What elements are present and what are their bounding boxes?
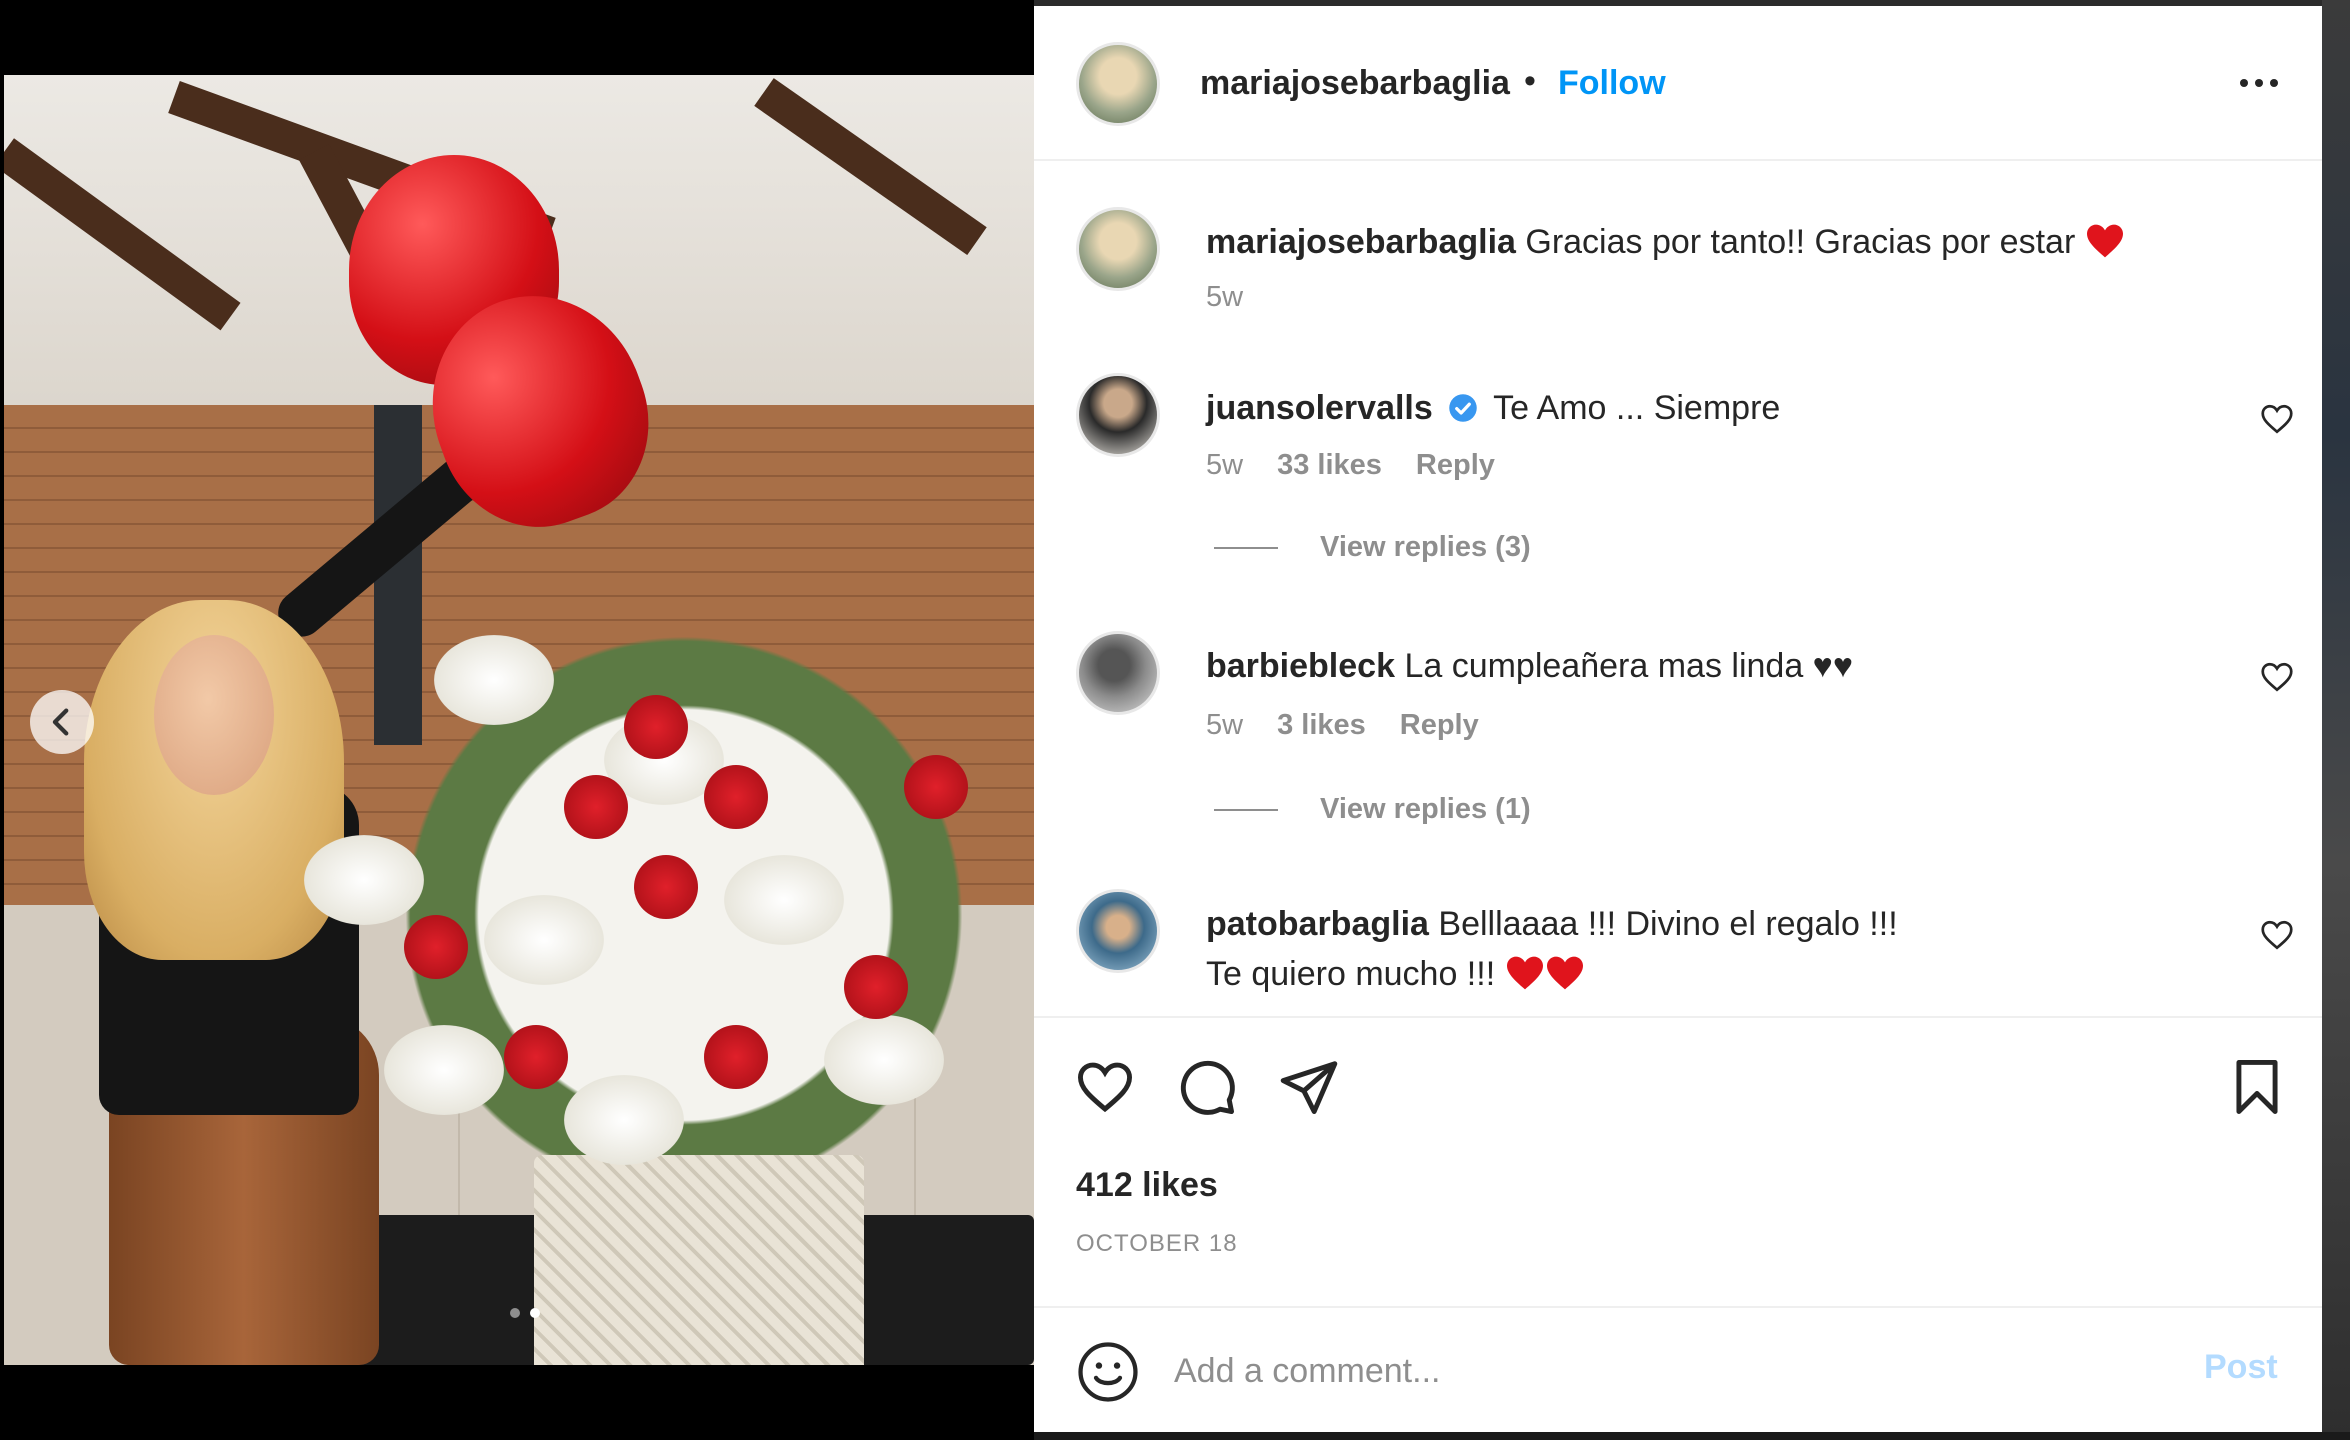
more-horizontal-icon bbox=[2240, 79, 2248, 87]
likes-count[interactable]: 412 likes bbox=[1076, 1166, 1218, 1205]
verified-badge-icon bbox=[1449, 394, 1477, 422]
follow-button[interactable]: Follow bbox=[1558, 64, 1666, 103]
post-media bbox=[0, 0, 1034, 1440]
backdrop-right bbox=[2322, 0, 2350, 1440]
comment-like-heart-icon[interactable] bbox=[2259, 917, 2295, 953]
caption-time: 5w bbox=[1206, 281, 1244, 313]
heart-icon[interactable] bbox=[1074, 1056, 1136, 1118]
comment-composer: Post bbox=[1034, 1306, 2322, 1432]
red-heart-emoji-icon bbox=[2086, 224, 2123, 258]
more-options-button[interactable] bbox=[2224, 58, 2294, 108]
comment-username[interactable]: patobarbaglia bbox=[1206, 905, 1429, 943]
carousel-dot bbox=[510, 1308, 520, 1318]
reply-button[interactable]: Reply bbox=[1400, 709, 1479, 742]
red-heart-emoji-icon bbox=[1546, 956, 1583, 990]
commenter-avatar[interactable] bbox=[1076, 889, 1160, 973]
post-date[interactable]: OCTOBER 18 bbox=[1076, 1230, 1238, 1258]
post-photo bbox=[4, 75, 1034, 1365]
comment-text: Te Amo ... Siempre bbox=[1493, 389, 1781, 427]
post-comment-button[interactable]: Post bbox=[2204, 1348, 2278, 1387]
header-separator: • bbox=[1524, 62, 1536, 100]
comment-username[interactable]: barbiebleck bbox=[1206, 647, 1395, 685]
comment-text: Te quiero mucho !!! bbox=[1206, 955, 1496, 993]
carousel-dot-active bbox=[530, 1308, 540, 1318]
comment-likes[interactable]: 33 likes bbox=[1277, 449, 1382, 482]
commenter-avatar[interactable] bbox=[1076, 373, 1160, 457]
author-avatar[interactable] bbox=[1076, 207, 1160, 291]
comment-input[interactable] bbox=[1174, 1338, 2134, 1404]
letterbox-bottom bbox=[0, 1365, 1034, 1440]
comment-text: La cumpleañera mas linda ♥♥ bbox=[1404, 647, 1854, 685]
post-actions: 412 likes OCTOBER 18 bbox=[1034, 1016, 2322, 1306]
letterbox-top bbox=[0, 0, 1034, 75]
comment-likes[interactable]: 3 likes bbox=[1277, 709, 1366, 742]
red-heart-emoji-icon bbox=[1506, 956, 1543, 990]
caption-username[interactable]: mariajosebarbaglia bbox=[1206, 223, 1516, 261]
view-replies-button[interactable]: View replies (3) bbox=[1214, 531, 1531, 564]
post-header: mariajosebarbaglia • Follow bbox=[1034, 6, 2322, 161]
view-replies-button[interactable]: View replies (1) bbox=[1214, 793, 1531, 826]
flower-basket bbox=[534, 1155, 864, 1365]
comment-icon[interactable] bbox=[1176, 1056, 1238, 1118]
chevron-left-icon bbox=[52, 708, 69, 736]
post-details-panel: mariajosebarbaglia • Follow mariajosebar… bbox=[1034, 6, 2322, 1432]
smiley-icon[interactable] bbox=[1076, 1340, 1140, 1404]
reply-button[interactable]: Reply bbox=[1416, 449, 1495, 482]
commenter-avatar[interactable] bbox=[1076, 631, 1160, 715]
carousel-prev-button[interactable] bbox=[30, 690, 94, 754]
author-username[interactable]: mariajosebarbaglia bbox=[1200, 64, 1510, 103]
carousel-indicator bbox=[510, 1308, 540, 1318]
author-avatar[interactable] bbox=[1076, 42, 1160, 126]
caption-text: Gracias por tanto!! Gracias por estar bbox=[1525, 223, 2076, 261]
bookmark-icon[interactable] bbox=[2226, 1056, 2288, 1118]
comment-time: 5w bbox=[1206, 449, 1244, 481]
comment-text: Belllaaaa !!! Divino el regalo !!! bbox=[1438, 905, 1898, 943]
comments-list[interactable]: mariajosebarbaglia Gracias por tanto!! G… bbox=[1034, 163, 2322, 1013]
comment-like-heart-icon[interactable] bbox=[2259, 401, 2295, 437]
comment-like-heart-icon[interactable] bbox=[2259, 659, 2295, 695]
comment-time: 5w bbox=[1206, 709, 1244, 741]
comment-username[interactable]: juansolervalls bbox=[1206, 389, 1433, 427]
paper-plane-icon[interactable] bbox=[1278, 1056, 1340, 1118]
